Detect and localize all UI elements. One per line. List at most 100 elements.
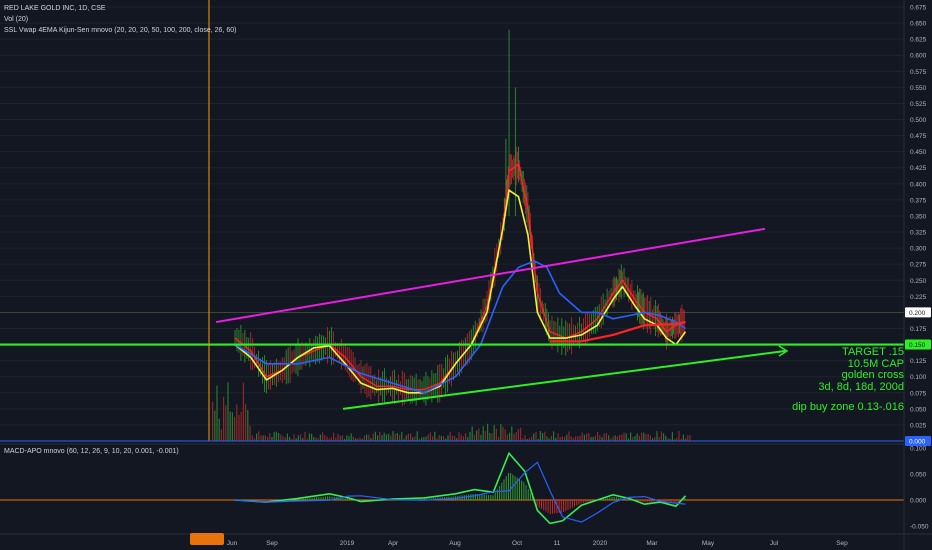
volume-bar: [383, 432, 385, 441]
price-tick-label: 0.100: [910, 374, 927, 381]
price-tick-label: 0.450: [910, 149, 927, 156]
volume-bar: [440, 435, 442, 441]
volume-bar: [660, 431, 662, 441]
volume-bar: [656, 431, 658, 441]
volume-bar: [227, 382, 229, 441]
tradingview-logo[interactable]: [190, 533, 224, 545]
volume-bar: [341, 435, 343, 441]
volume-bar: [333, 432, 335, 441]
volume-bar: [225, 405, 227, 441]
volume-bar: [348, 436, 350, 441]
macd-legend[interactable]: MACD-APO mnovo (60, 12, 26, 9, 10, 20, 0…: [4, 448, 179, 455]
time-tick-label: Jul: [770, 540, 779, 547]
annotation-line-5: dip buy zone 0.13-.016: [792, 401, 904, 413]
volume-bar: [546, 436, 548, 441]
volume-bar: [583, 434, 585, 441]
volume-bar: [605, 433, 607, 441]
chart-annotation[interactable]: TARGET .15 10.5M CAP golden cross 3d, 8d…: [770, 346, 904, 414]
volume-bar: [612, 436, 614, 441]
volume-bar: [665, 435, 667, 441]
volume-bar: [550, 436, 552, 441]
volume-bar: [330, 437, 332, 441]
volume-bar: [432, 436, 434, 441]
indicator-legend[interactable]: SSL Vwap 4EMA Kijun-Sen mnovo (20, 20, 2…: [4, 25, 236, 36]
volume-bar: [273, 432, 275, 441]
volume-bar: [416, 431, 418, 441]
time-tick-label: Sep: [836, 540, 848, 547]
volume-bar: [262, 435, 264, 441]
volume-bar: [520, 427, 522, 441]
volume-bar: [289, 436, 291, 441]
volume-bar: [623, 432, 625, 441]
price-tick-label: 0.575: [910, 69, 927, 76]
volume-bar: [542, 432, 544, 441]
volume-bar: [687, 435, 689, 441]
volume-bar: [594, 435, 596, 441]
volume-bar: [553, 431, 555, 441]
volume-bar: [524, 435, 526, 441]
volume-bar: [264, 435, 266, 441]
volume-bar: [293, 434, 295, 441]
volume-bar: [300, 434, 302, 441]
time-tick-label: May: [702, 540, 715, 547]
volume-bar: [476, 430, 478, 441]
time-tick-label: Aug: [449, 540, 461, 547]
volume-bar: [271, 436, 273, 441]
time-tick-label: Oct: [512, 540, 522, 547]
volume-bar: [473, 434, 475, 441]
volume-bar: [480, 434, 482, 441]
price-tick-label: 0.175: [910, 326, 927, 333]
volume-bar: [363, 435, 365, 441]
volume-bar: [643, 432, 645, 441]
macd-tick-label: -0.050: [910, 524, 929, 531]
macd-tick-label: 0.050: [910, 472, 927, 479]
volume-bar: [682, 434, 684, 441]
volume-bar: [319, 434, 321, 441]
volume-bar: [616, 436, 618, 441]
volume-bar: [484, 430, 486, 441]
volume-bar: [678, 431, 680, 441]
volume-bar: [649, 435, 651, 441]
volume-bar: [229, 411, 231, 441]
symbol-title[interactable]: RED LAKE GOLD INC, 1D, CSE: [4, 3, 236, 14]
time-tick-label: Apr: [388, 540, 399, 547]
volume-bar: [218, 418, 220, 441]
chart-canvas[interactable]: 0.675 0.650 0.625 0.600 0.575 0.550 0.525 0.500…: [0, 0, 932, 550]
time-tick-label: Sep: [266, 540, 278, 547]
price-badge-label: 0.000: [909, 439, 926, 446]
volume-bar: [489, 432, 491, 441]
volume-bar: [564, 436, 566, 441]
volume-bar: [407, 433, 409, 441]
volume-bar: [396, 432, 398, 441]
volume-bar: [502, 426, 504, 441]
volume-bar: [374, 431, 376, 441]
price-tick-label: 0.675: [910, 5, 927, 12]
annotation-line-1: TARGET .15: [842, 346, 904, 358]
volume-bar: [454, 435, 456, 441]
volume-legend[interactable]: Vol (20): [4, 14, 236, 25]
price-tick-label: 0.500: [910, 117, 927, 124]
time-tick-label: 2019: [340, 540, 355, 547]
volume-bar: [513, 433, 515, 441]
volume-bar: [401, 431, 403, 441]
volume-bar: [467, 437, 469, 441]
volume-bar: [421, 437, 423, 441]
volume-bar: [557, 433, 559, 441]
volume-bar: [322, 432, 324, 441]
volume-bar: [269, 433, 271, 441]
price-badge-label: 0.200: [909, 310, 926, 317]
price-tick-label: 0.525: [910, 101, 927, 108]
volume-bar: [460, 434, 462, 441]
volume-bar: [220, 429, 222, 441]
volume-bar: [379, 431, 381, 441]
volume-bar: [414, 436, 416, 441]
price-tick-label: 0.300: [910, 246, 927, 253]
volume-bar: [388, 433, 390, 441]
price-tick-label: 0.325: [910, 230, 927, 237]
volume-bar: [568, 431, 570, 441]
volume-bar: [469, 431, 471, 441]
volume-bar: [256, 433, 258, 441]
volume-bar: [304, 431, 306, 441]
volume-bar: [242, 382, 244, 441]
volume-bar: [498, 436, 500, 441]
